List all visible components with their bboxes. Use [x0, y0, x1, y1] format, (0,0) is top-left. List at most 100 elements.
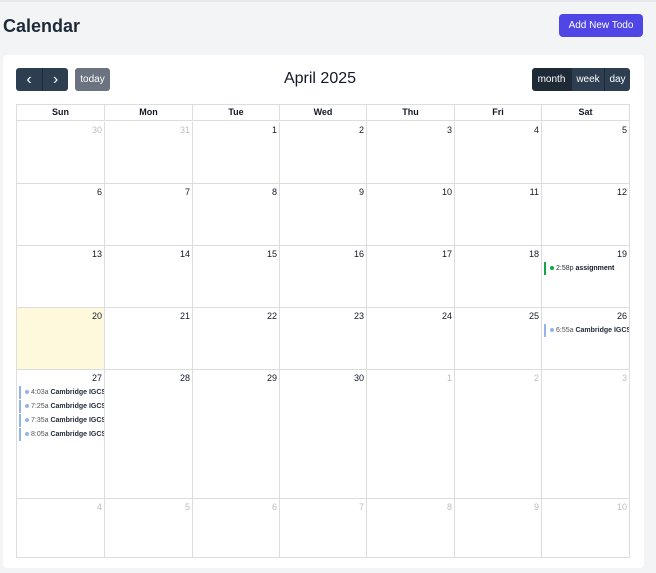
- day-number[interactable]: 15: [267, 249, 277, 259]
- day-cell[interactable]: 6: [17, 184, 105, 245]
- day-cell[interactable]: 30: [280, 370, 367, 498]
- day-cell[interactable]: 26 6:55a Cambridge IGCSE: [542, 308, 629, 369]
- calendar-event[interactable]: 6:55a Cambridge IGCSE: [544, 324, 629, 337]
- day-number[interactable]: 11: [530, 187, 539, 197]
- day-number[interactable]: 25: [529, 311, 539, 321]
- calendar-event[interactable]: 4:03a Cambridge IGCSE: [19, 386, 104, 399]
- day-cell[interactable]: 31: [105, 122, 193, 183]
- day-cell[interactable]: 8: [193, 184, 280, 245]
- day-number[interactable]: 4: [97, 502, 102, 512]
- view-week-button[interactable]: week: [571, 68, 604, 91]
- day-cell[interactable]: 3: [367, 122, 455, 183]
- day-number[interactable]: 16: [354, 249, 364, 259]
- day-number[interactable]: 1: [272, 125, 277, 135]
- day-number[interactable]: 22: [267, 311, 277, 321]
- today-button[interactable]: today: [75, 68, 110, 91]
- day-cell[interactable]: 4: [17, 499, 105, 558]
- day-cell[interactable]: 5: [105, 499, 193, 558]
- day-number[interactable]: 7: [359, 502, 364, 512]
- day-number[interactable]: 19: [617, 249, 627, 259]
- calendar-event[interactable]: 7:35a Cambridge IGCSE: [19, 414, 104, 427]
- day-number[interactable]: 28: [180, 373, 190, 383]
- day-number[interactable]: 1: [447, 373, 452, 383]
- day-number[interactable]: 9: [534, 502, 539, 512]
- event-time: 2:58p: [556, 265, 576, 272]
- day-cell[interactable]: 7: [280, 499, 367, 558]
- day-number[interactable]: 6: [272, 502, 277, 512]
- day-number[interactable]: 3: [447, 125, 452, 135]
- day-number[interactable]: 20: [92, 311, 102, 321]
- view-day-button[interactable]: day: [604, 68, 630, 91]
- day-cell[interactable]: 1: [367, 370, 455, 498]
- day-cell[interactable]: 4: [455, 122, 542, 183]
- day-cell[interactable]: 25: [455, 308, 542, 369]
- day-number[interactable]: 12: [617, 187, 627, 197]
- day-cell[interactable]: 9: [280, 184, 367, 245]
- day-cell[interactable]: 21: [105, 308, 193, 369]
- day-cell[interactable]: 17: [367, 246, 455, 307]
- day-cell[interactable]: 18: [455, 246, 542, 307]
- day-number[interactable]: 21: [180, 311, 190, 321]
- day-cell[interactable]: 22: [193, 308, 280, 369]
- day-cell[interactable]: 1: [193, 122, 280, 183]
- day-cell[interactable]: 7: [105, 184, 193, 245]
- day-number[interactable]: 17: [442, 249, 452, 259]
- day-cell[interactable]: 24: [367, 308, 455, 369]
- day-cell[interactable]: 29: [193, 370, 280, 498]
- day-number[interactable]: 24: [442, 311, 452, 321]
- day-cell[interactable]: 12: [542, 184, 629, 245]
- day-number[interactable]: 30: [354, 373, 364, 383]
- day-number[interactable]: 7: [185, 187, 190, 197]
- day-number[interactable]: 31: [180, 125, 190, 135]
- day-number[interactable]: 13: [92, 249, 102, 259]
- day-number[interactable]: 5: [185, 502, 190, 512]
- day-number[interactable]: 2: [359, 125, 364, 135]
- day-cell[interactable]: 19 2:58p assignment: [542, 246, 629, 307]
- day-cell[interactable]: 10: [367, 184, 455, 245]
- day-cell[interactable]: 9: [455, 499, 542, 558]
- day-number[interactable]: 8: [447, 502, 452, 512]
- day-cell[interactable]: 2: [455, 370, 542, 498]
- day-cell[interactable]: 13: [17, 246, 105, 307]
- day-cell[interactable]: 5: [542, 122, 629, 183]
- next-month-button[interactable]: ›: [42, 68, 68, 91]
- day-cell[interactable]: 6: [193, 499, 280, 558]
- weekday-header-tue: Tue: [193, 105, 280, 120]
- day-cell[interactable]: 8: [367, 499, 455, 558]
- day-number[interactable]: 5: [622, 125, 627, 135]
- day-cell[interactable]: 23: [280, 308, 367, 369]
- day-cell[interactable]: 11: [455, 184, 542, 245]
- event-time: 7:25a: [31, 403, 51, 410]
- day-number[interactable]: 29: [267, 373, 277, 383]
- day-cell-today[interactable]: 20: [17, 308, 105, 369]
- day-number[interactable]: 8: [272, 187, 277, 197]
- day-cell[interactable]: 14: [105, 246, 193, 307]
- calendar-event[interactable]: 2:58p assignment: [544, 262, 629, 275]
- day-cell[interactable]: 10: [542, 499, 629, 558]
- prev-month-button[interactable]: ‹: [16, 68, 42, 91]
- day-cell[interactable]: 27 4:03a Cambridge IGCSE7:25a Cambridge I…: [17, 370, 105, 498]
- day-number[interactable]: 9: [359, 187, 364, 197]
- day-number[interactable]: 23: [354, 311, 364, 321]
- day-cell[interactable]: 15: [193, 246, 280, 307]
- day-number[interactable]: 26: [617, 311, 627, 321]
- day-number[interactable]: 6: [97, 187, 102, 197]
- day-cell[interactable]: 16: [280, 246, 367, 307]
- day-cell[interactable]: 30: [17, 122, 105, 183]
- day-number[interactable]: 30: [92, 125, 102, 135]
- day-number[interactable]: 14: [180, 249, 190, 259]
- day-cell[interactable]: 3: [542, 370, 629, 498]
- day-cell[interactable]: 28: [105, 370, 193, 498]
- day-number[interactable]: 10: [442, 187, 452, 197]
- day-number[interactable]: 27: [92, 373, 102, 383]
- calendar-event[interactable]: 7:25a Cambridge IGCSE: [19, 400, 104, 413]
- add-new-todo-button[interactable]: Add New Todo: [559, 14, 643, 37]
- calendar-event[interactable]: 8:05a Cambridge IGCSE: [19, 428, 104, 441]
- day-number[interactable]: 18: [529, 249, 539, 259]
- day-number[interactable]: 2: [534, 373, 539, 383]
- view-month-button[interactable]: month: [532, 68, 571, 91]
- day-cell[interactable]: 2: [280, 122, 367, 183]
- day-number[interactable]: 4: [534, 125, 539, 135]
- day-number[interactable]: 10: [617, 502, 627, 512]
- day-number[interactable]: 3: [622, 373, 627, 383]
